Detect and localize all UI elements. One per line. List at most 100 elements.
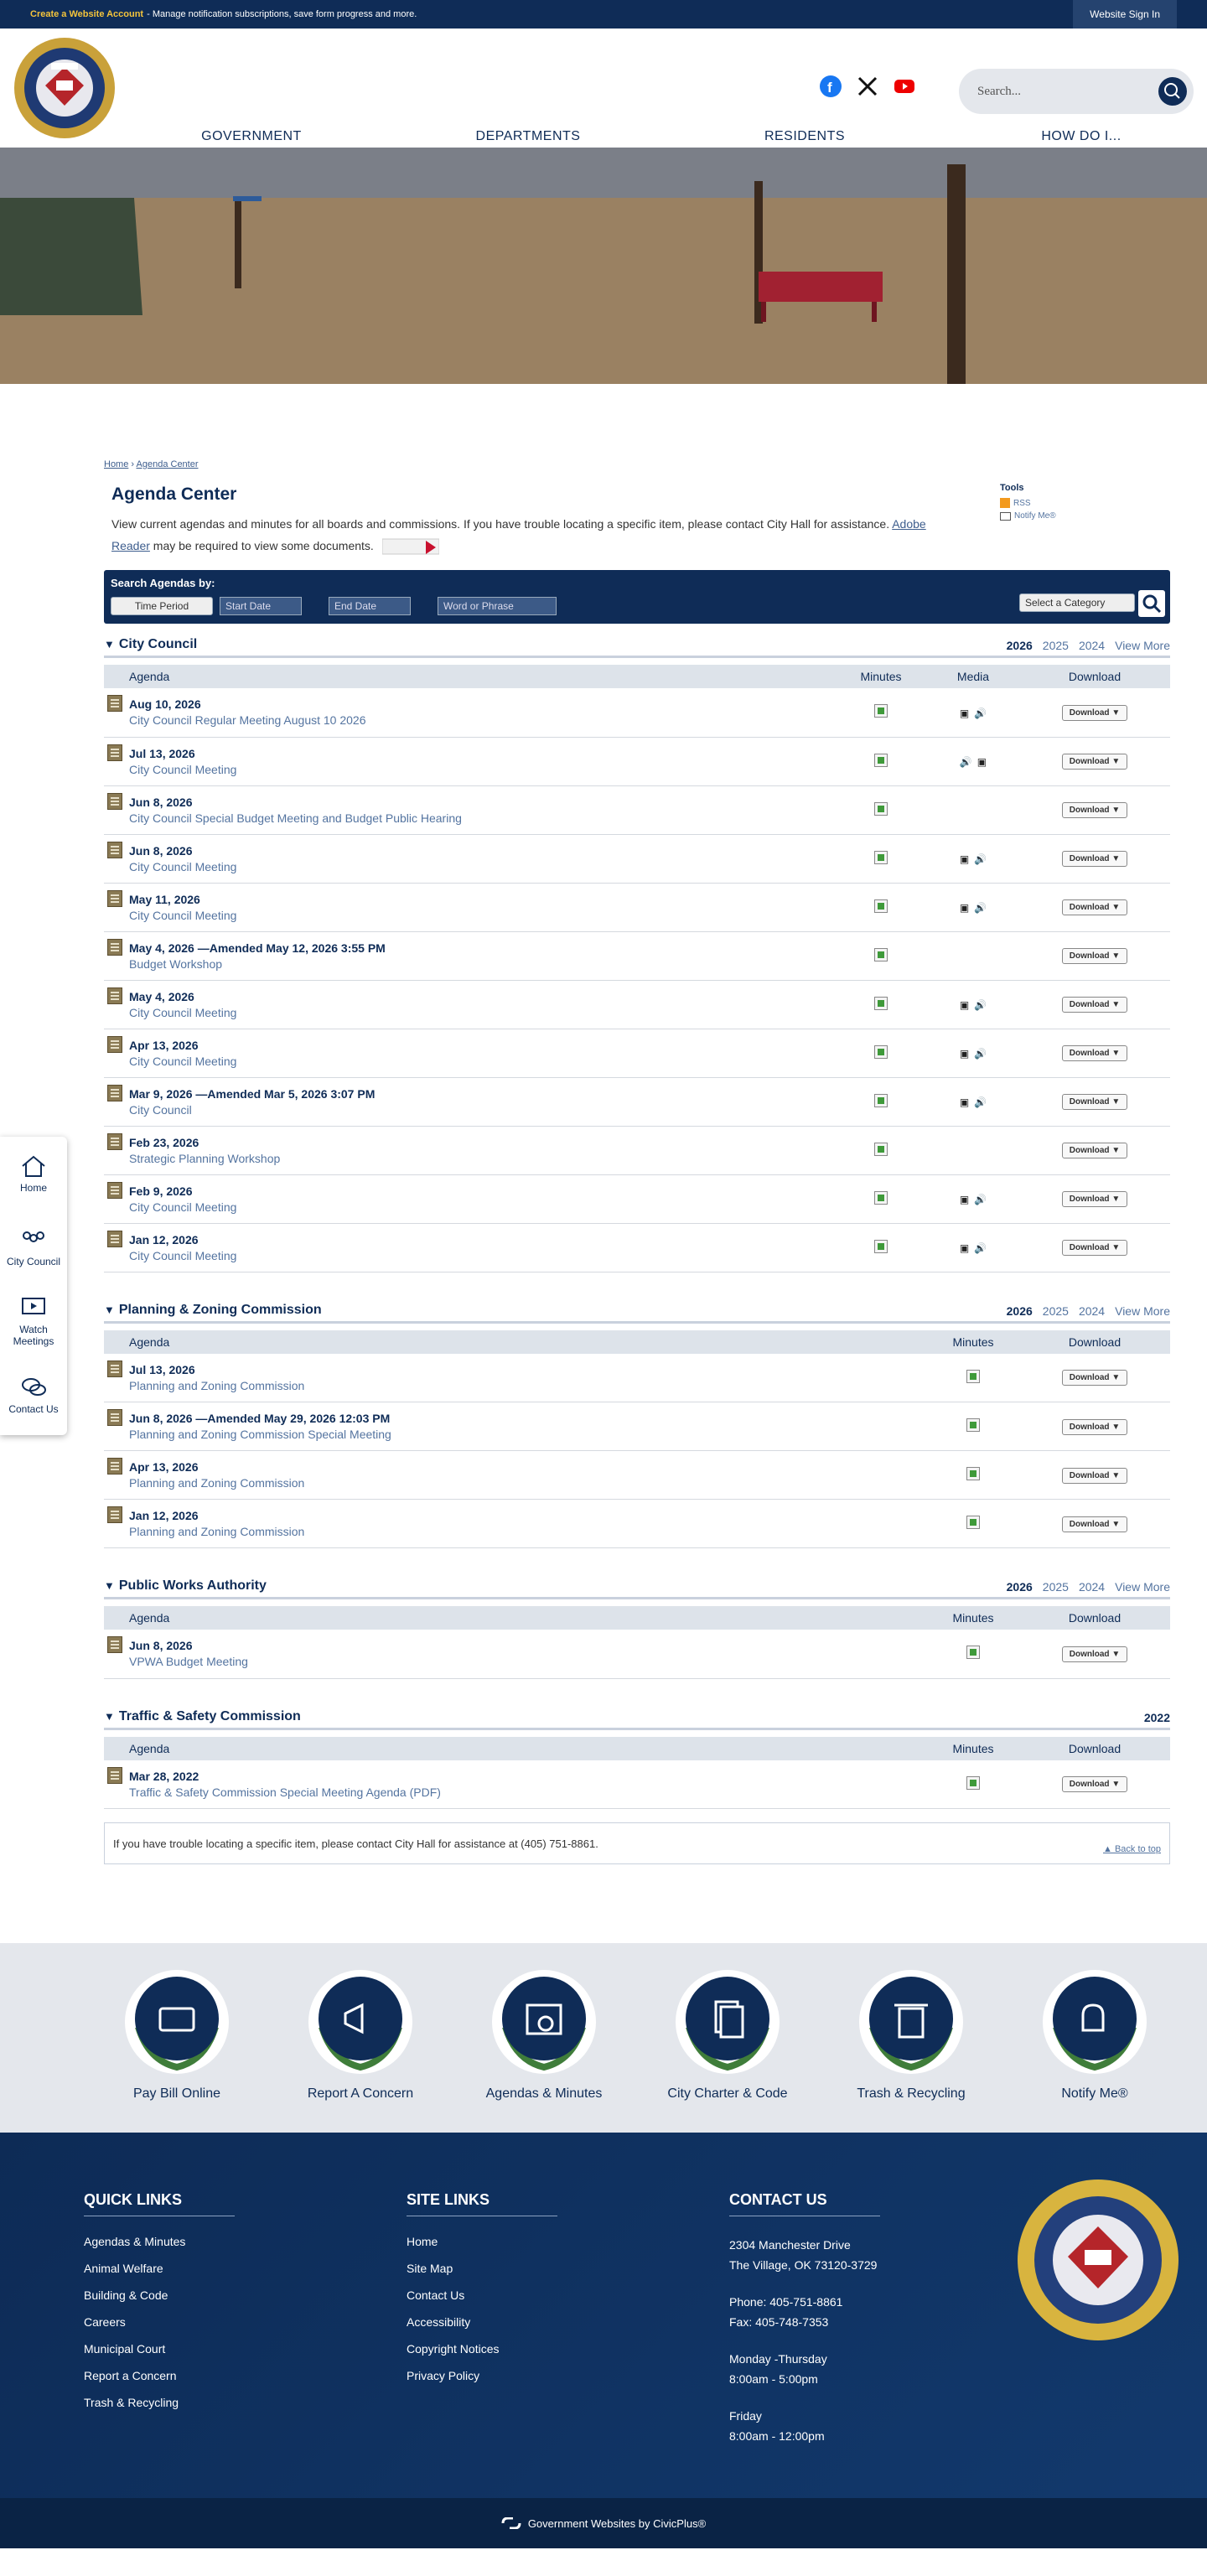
- minutes-document-icon[interactable]: [966, 1646, 980, 1660]
- download-dropdown-button[interactable]: Download ▼: [1061, 851, 1128, 867]
- year-link[interactable]: 2025: [1043, 1580, 1069, 1594]
- minutes-document-icon[interactable]: [966, 1369, 980, 1383]
- download-dropdown-button[interactable]: Download ▼: [1061, 1045, 1128, 1061]
- agenda-date-link[interactable]: Jul 13, 2026: [129, 1363, 927, 1376]
- agenda-document-icon[interactable]: [107, 1035, 122, 1053]
- section-toggle[interactable]: ▼ City Council: [104, 637, 197, 652]
- minutes-document-icon[interactable]: [966, 1418, 980, 1432]
- minutes-document-icon[interactable]: [874, 801, 888, 816]
- download-dropdown-button[interactable]: Download ▼: [1061, 1143, 1128, 1158]
- city-seal-logo[interactable]: [13, 37, 116, 139]
- nav-how-do-i[interactable]: HOW DO I...: [972, 129, 1190, 153]
- audio-icon[interactable]: 🔊: [974, 853, 987, 865]
- video-icon[interactable]: ▣: [960, 707, 969, 719]
- site-search[interactable]: Search...: [959, 69, 1194, 114]
- minutes-document-icon[interactable]: [874, 996, 888, 1010]
- footer-link[interactable]: Municipal Court: [84, 2342, 235, 2356]
- year-link[interactable]: 2024: [1079, 1304, 1105, 1318]
- youtube-icon[interactable]: [894, 75, 915, 97]
- audio-icon[interactable]: 🔊: [974, 1096, 987, 1108]
- audio-icon[interactable]: 🔊: [974, 999, 987, 1011]
- word-phrase-input[interactable]: Word or Phrase: [438, 597, 557, 615]
- download-dropdown-button[interactable]: Download ▼: [1061, 754, 1128, 770]
- minutes-document-icon[interactable]: [874, 899, 888, 913]
- agenda-date-link[interactable]: May 4, 2026: [129, 990, 835, 1003]
- agenda-document-icon[interactable]: [107, 792, 122, 810]
- minutes-document-icon[interactable]: [874, 850, 888, 864]
- download-dropdown-button[interactable]: Download ▼: [1061, 1240, 1128, 1256]
- agenda-date-link[interactable]: Jun 8, 2026 —Amended May 29, 2026 12:03 …: [129, 1412, 927, 1425]
- video-icon[interactable]: ▣: [960, 999, 969, 1011]
- video-icon[interactable]: ▣: [960, 1096, 969, 1108]
- audio-icon[interactable]: 🔊: [974, 1048, 987, 1060]
- footer-link[interactable]: Accessibility: [407, 2315, 557, 2329]
- agenda-date-link[interactable]: Apr 13, 2026: [129, 1460, 927, 1474]
- footer-link[interactable]: Contact Us: [407, 2288, 557, 2302]
- agenda-document-icon[interactable]: [107, 1409, 122, 1426]
- nav-residents[interactable]: RESIDENTS: [696, 129, 914, 153]
- year-link[interactable]: View More: [1115, 1304, 1170, 1318]
- footer-link[interactable]: Building & Code: [84, 2288, 235, 2302]
- year-link[interactable]: 2025: [1043, 639, 1069, 652]
- agenda-date-link[interactable]: Jun 8, 2026: [129, 1639, 927, 1652]
- facebook-icon[interactable]: f: [820, 75, 842, 97]
- agenda-date-link[interactable]: Jan 12, 2026: [129, 1509, 927, 1522]
- year-link[interactable]: 2026: [1007, 639, 1033, 652]
- year-link[interactable]: View More: [1115, 639, 1170, 652]
- minutes-document-icon[interactable]: [874, 753, 888, 767]
- video-icon[interactable]: ▣: [960, 853, 969, 865]
- adobe-reader-badge-icon[interactable]: [381, 537, 439, 556]
- video-icon[interactable]: ▣: [960, 1242, 969, 1254]
- year-link[interactable]: View More: [1115, 1580, 1170, 1594]
- quick-link-notify-me[interactable]: Notify Me®: [1023, 1968, 1166, 2102]
- year-link[interactable]: 2024: [1079, 1580, 1105, 1594]
- quick-link-city-charter[interactable]: City Charter & Code: [656, 1968, 799, 2102]
- rss-link[interactable]: RSS: [1000, 498, 1067, 508]
- minutes-document-icon[interactable]: [966, 1516, 980, 1529]
- minutes-document-icon[interactable]: [874, 1093, 888, 1107]
- footer-link[interactable]: Home: [407, 2235, 557, 2248]
- agenda-document-icon[interactable]: [107, 1766, 122, 1784]
- agenda-date-link[interactable]: May 4, 2026 —Amended May 12, 2026 3:55 P…: [129, 941, 835, 955]
- download-dropdown-button[interactable]: Download ▼: [1061, 1776, 1128, 1793]
- agenda-date-link[interactable]: Jun 8, 2026: [129, 844, 835, 858]
- download-dropdown-button[interactable]: Download ▼: [1061, 1516, 1128, 1532]
- agenda-document-icon[interactable]: [107, 987, 122, 1004]
- agenda-date-link[interactable]: Jun 8, 2026: [129, 796, 835, 809]
- sidebar-item-contact-us[interactable]: Contact Us: [0, 1358, 67, 1432]
- breadcrumb-current[interactable]: Agenda Center: [137, 459, 199, 469]
- sidebar-item-home[interactable]: Home: [0, 1137, 67, 1210]
- audio-icon[interactable]: 🔊: [974, 707, 987, 719]
- year-link[interactable]: 2024: [1079, 639, 1105, 652]
- agenda-date-link[interactable]: Jan 12, 2026: [129, 1233, 835, 1247]
- download-dropdown-button[interactable]: Download ▼: [1061, 997, 1128, 1013]
- agenda-document-icon[interactable]: [107, 889, 122, 907]
- agenda-date-link[interactable]: Apr 13, 2026: [129, 1039, 835, 1052]
- minutes-document-icon[interactable]: [874, 947, 888, 961]
- download-dropdown-button[interactable]: Download ▼: [1061, 1418, 1128, 1435]
- civicplus-credit[interactable]: Government Websites by CivicPlus®: [0, 2498, 1207, 2548]
- sidebar-item-city-council[interactable]: City Council: [0, 1210, 67, 1284]
- download-dropdown-button[interactable]: Download ▼: [1061, 704, 1128, 721]
- agenda-date-link[interactable]: Aug 10, 2026: [129, 697, 835, 711]
- breadcrumb-home[interactable]: Home: [104, 459, 128, 469]
- quick-link-trash-recycling[interactable]: Trash & Recycling: [840, 1968, 982, 2102]
- agenda-document-icon[interactable]: [107, 744, 122, 761]
- agenda-date-link[interactable]: Mar 9, 2026 —Amended Mar 5, 2026 3:07 PM: [129, 1087, 835, 1101]
- sidebar-item-watch-meetings[interactable]: Watch Meetings: [0, 1284, 67, 1358]
- download-dropdown-button[interactable]: Download ▼: [1061, 1646, 1128, 1662]
- agenda-date-link[interactable]: Jul 13, 2026: [129, 747, 835, 760]
- agenda-document-icon[interactable]: [107, 1506, 122, 1523]
- download-dropdown-button[interactable]: Download ▼: [1061, 1094, 1128, 1110]
- quick-link-report-concern[interactable]: Report A Concern: [289, 1968, 432, 2102]
- footer-link[interactable]: Privacy Policy: [407, 2369, 557, 2382]
- year-link[interactable]: 2026: [1007, 1304, 1033, 1318]
- footer-link[interactable]: Copyright Notices: [407, 2342, 557, 2356]
- section-toggle[interactable]: ▼ Public Works Authority: [104, 1578, 267, 1594]
- audio-icon[interactable]: 🔊: [960, 756, 972, 768]
- notify-me-link[interactable]: Notify Me®: [1000, 511, 1067, 521]
- agenda-date-link[interactable]: Mar 28, 2022: [129, 1770, 927, 1783]
- agenda-document-icon[interactable]: [107, 1360, 122, 1377]
- footer-link[interactable]: Careers: [84, 2315, 235, 2329]
- download-dropdown-button[interactable]: Download ▼: [1061, 1191, 1128, 1207]
